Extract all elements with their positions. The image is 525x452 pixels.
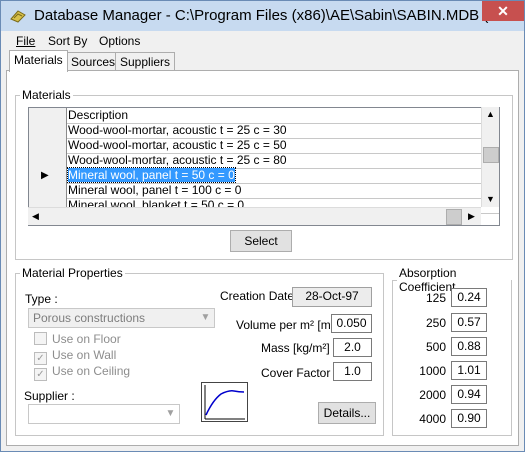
menu-file[interactable]: File — [16, 34, 35, 48]
menu-bar: File Sort By Options — [2, 32, 523, 50]
freq-125-label: 125 — [425, 291, 446, 305]
table-row[interactable]: Wood-wool-mortar, acoustic t = 25 c = 30 — [29, 123, 499, 139]
use-on-ceiling-checkbox[interactable]: ✓ Use on Ceiling — [34, 364, 130, 381]
material-properties-label: Material Properties — [22, 266, 123, 280]
scroll-left-icon[interactable]: ◀ — [28, 209, 43, 224]
menu-options[interactable]: Options — [99, 34, 140, 48]
row-description[interactable]: Mineral wool, panel t = 100 c = 0 — [67, 183, 241, 198]
row-description[interactable]: Wood-wool-mortar, acoustic t = 25 c = 80 — [67, 153, 287, 168]
close-button[interactable]: ✕ — [482, 1, 524, 21]
horizontal-scrollbar[interactable]: ◀ ▶ — [28, 207, 481, 225]
type-combo[interactable]: Porous constructions ▼ — [28, 308, 215, 328]
tab-suppliers[interactable]: Suppliers — [115, 52, 176, 71]
scroll-up-icon[interactable]: ▲ — [483, 107, 498, 122]
row-selector-current[interactable]: ▶ — [29, 168, 67, 183]
type-combo-value: Porous constructions — [33, 311, 146, 325]
freq-500-label: 500 — [425, 340, 446, 354]
menu-options-label: Options — [99, 34, 141, 48]
app-icon — [10, 10, 26, 23]
menu-sort-by[interactable]: Sort By — [48, 34, 87, 48]
absorption-125-field[interactable]: 0.24 — [451, 288, 487, 307]
column-header-description[interactable]: Description — [67, 108, 129, 123]
freq-250-label: 250 — [425, 316, 446, 330]
chevron-down-icon[interactable]: ▼ — [162, 405, 179, 423]
tab-materials[interactable]: Materials — [9, 50, 68, 72]
type-label: Type : — [25, 292, 58, 306]
absorption-4000-field[interactable]: 0.90 — [451, 409, 487, 428]
menu-sort-by-label: Sort By — [48, 34, 88, 48]
table-row[interactable]: Wood-wool-mortar, acoustic t = 25 c = 50 — [29, 138, 499, 154]
vertical-scroll-thumb[interactable] — [483, 147, 499, 163]
creation-date-field: 28-Oct-97 — [292, 287, 372, 307]
absorption-500-field[interactable]: 0.88 — [451, 337, 487, 356]
freq-4000-label: 4000 — [419, 412, 446, 426]
checkbox-box[interactable] — [34, 332, 47, 345]
supplier-combo[interactable]: ▼ — [28, 404, 180, 424]
row-selector[interactable] — [29, 138, 67, 153]
current-row-arrow-icon: ▶ — [41, 170, 49, 181]
selected-text: Mineral wool, panel t = 50 c = 0 — [67, 167, 236, 183]
use-on-floor-checkbox[interactable]: Use on Floor — [34, 332, 121, 346]
use-on-wall-label: Use on Wall — [52, 348, 117, 362]
window-title: Database Manager - C:\Program Files (x86… — [34, 7, 512, 24]
select-button[interactable]: Select — [230, 230, 292, 252]
row-selector[interactable] — [29, 183, 67, 198]
absorption-250-field[interactable]: 0.57 — [451, 313, 487, 332]
title-bar[interactable]: Database Manager - C:\Program Files (x86… — [1, 1, 524, 31]
tab-sources[interactable]: Sources — [66, 52, 121, 71]
freq-1000-label: 1000 — [419, 364, 446, 378]
grid-header-row: Description — [29, 108, 499, 124]
freq-2000-label: 2000 — [419, 388, 446, 402]
cover-factor-field[interactable]: 1.0 — [333, 362, 372, 381]
mass-label: Mass [kg/m²] : — [261, 341, 337, 355]
table-row[interactable]: Mineral wool, panel t = 100 c = 0 — [29, 183, 499, 199]
vertical-scrollbar[interactable]: ▲ ▼ — [481, 107, 499, 207]
table-row-selected[interactable]: ▶ Mineral wool, panel t = 50 c = 0 — [29, 167, 499, 184]
row-description-selected[interactable]: Mineral wool, panel t = 50 c = 0 — [67, 167, 236, 183]
use-on-wall-checkbox[interactable]: ✓ Use on Wall — [34, 348, 116, 365]
absorption-1000-field[interactable]: 1.01 — [451, 361, 487, 380]
absorption-curve-thumbnail — [201, 382, 248, 422]
use-on-ceiling-label: Use on Ceiling — [52, 364, 131, 378]
row-description[interactable]: Wood-wool-mortar, acoustic t = 25 c = 30 — [67, 123, 287, 138]
materials-group-label: Materials — [22, 88, 71, 102]
cover-factor-label: Cover Factor : — [261, 366, 338, 380]
row-description[interactable]: Wood-wool-mortar, acoustic t = 25 c = 50 — [67, 138, 287, 153]
creation-date-label: Creation Date: — [220, 289, 298, 303]
scroll-down-icon[interactable]: ▼ — [483, 192, 498, 207]
row-selector[interactable] — [29, 153, 67, 168]
absorption-2000-field[interactable]: 0.94 — [451, 385, 487, 404]
supplier-label: Supplier : — [24, 389, 75, 403]
row-selector[interactable] — [29, 123, 67, 138]
use-on-floor-label: Use on Floor — [52, 332, 121, 346]
chevron-down-icon[interactable]: ▼ — [197, 309, 214, 327]
horizontal-scroll-thumb[interactable] — [446, 209, 462, 225]
menu-file-label: File — [16, 34, 36, 48]
volume-label: Volume per m² [m³] : — [236, 318, 345, 332]
grid-header-corner — [29, 108, 67, 123]
table-row[interactable]: Wood-wool-mortar, acoustic t = 25 c = 80 — [29, 153, 499, 169]
scroll-right-icon[interactable]: ▶ — [464, 209, 479, 224]
details-button[interactable]: Details... — [318, 402, 376, 424]
checkbox-box[interactable]: ✓ — [34, 368, 47, 381]
volume-field[interactable]: 0.050 — [331, 314, 372, 333]
mass-field[interactable]: 2.0 — [333, 338, 372, 357]
